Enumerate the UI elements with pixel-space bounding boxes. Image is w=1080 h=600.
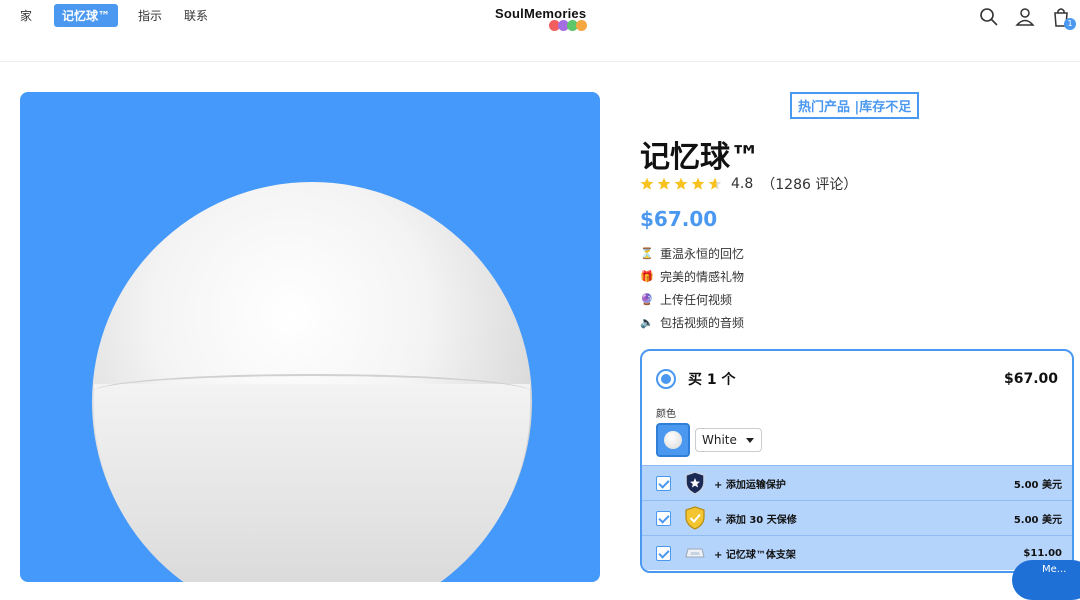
header-icons: 1 bbox=[978, 6, 1076, 30]
shipping-shield-icon bbox=[685, 471, 705, 495]
feature-item: 🔮 上传任何视频 bbox=[640, 288, 744, 311]
offer-label: 买 1 个 bbox=[688, 372, 736, 388]
rating-stars bbox=[640, 177, 725, 191]
warranty-shield-icon bbox=[685, 506, 705, 530]
logo-dots bbox=[549, 20, 595, 34]
feature-text: 上传任何视频 bbox=[660, 293, 733, 307]
color-label: 颜色 bbox=[656, 409, 676, 420]
feature-item: ⏳ 重温永恒的回忆 bbox=[640, 242, 744, 265]
nav-item-contact[interactable]: 联系 bbox=[184, 4, 208, 27]
chat-widget-button[interactable]: Me... bbox=[1012, 560, 1080, 600]
product-title: 记忆球™ bbox=[640, 140, 760, 175]
star-icon bbox=[674, 177, 688, 190]
addon-row[interactable]: + 添加 30 天保修 5.00 美元 bbox=[642, 500, 1072, 535]
offer-price: $67.00 bbox=[1003, 371, 1058, 387]
addon-label: + 添加运输保护 bbox=[714, 479, 786, 491]
addon-label: + 记忆球™体支架 bbox=[714, 549, 796, 561]
bundle-offer-card[interactable]: 买 1 个 $67.00 颜色 White + 添加运输保护 5.00 美元 +… bbox=[640, 349, 1074, 573]
cart-count-badge: 1 bbox=[1064, 18, 1076, 30]
rating-value: 4.8 bbox=[731, 176, 754, 192]
color-select-value: White bbox=[702, 433, 737, 447]
crystal-ball-icon: 🔮 bbox=[640, 293, 654, 306]
nav-item-instructions[interactable]: 指示 bbox=[138, 4, 162, 27]
hot-product-badge: 热门产品 |库存不足 bbox=[790, 92, 920, 119]
user-icon[interactable] bbox=[1014, 6, 1036, 28]
addon-list: + 添加运输保护 5.00 美元 + 添加 30 天保修 5.00 美元 + 记… bbox=[642, 465, 1072, 570]
nav-item-memory-ball[interactable]: 记忆球™ bbox=[54, 4, 119, 27]
feature-list: ⏳ 重温永恒的回忆 🎁 完美的情感礼物 🔮 上传任何视频 🔈 包括视频的音频 bbox=[640, 242, 744, 334]
addon-label: + 添加 30 天保修 bbox=[714, 514, 797, 526]
offer-header: 买 1 个 $67.00 bbox=[656, 369, 1058, 389]
site-header: 家 记忆球™ 指示 联系 SoulMemories 1 bbox=[0, 0, 1080, 62]
gift-icon: 🎁 bbox=[640, 270, 654, 283]
color-swatch[interactable] bbox=[656, 423, 690, 457]
search-icon[interactable] bbox=[978, 6, 1000, 28]
memory-ball-base bbox=[94, 384, 530, 582]
main-nav: 家 记忆球™ 指示 联系 bbox=[20, 4, 230, 27]
review-count: （1286 评论） bbox=[761, 177, 858, 193]
color-select[interactable]: White bbox=[695, 428, 762, 452]
logo-text: SoulMemories bbox=[495, 6, 587, 21]
star-icon bbox=[640, 177, 654, 190]
chat-widget-label: Me... bbox=[1042, 564, 1067, 575]
stand-icon bbox=[685, 548, 705, 558]
site-logo[interactable]: SoulMemories bbox=[495, 6, 595, 34]
offer-radio[interactable] bbox=[656, 369, 676, 389]
addon-checkbox[interactable] bbox=[656, 475, 671, 491]
hourglass-icon: ⏳ bbox=[640, 247, 654, 260]
addon-price: 5.00 美元 bbox=[1013, 479, 1062, 491]
feature-item: 🔈 包括视频的音频 bbox=[640, 311, 744, 334]
addon-price: $11.00 bbox=[1023, 547, 1062, 559]
memory-ball-rim bbox=[92, 374, 532, 410]
addon-row[interactable]: + 记忆球™体支架 $11.00 bbox=[642, 535, 1072, 570]
chevron-down-icon bbox=[746, 438, 754, 443]
addon-checkbox[interactable] bbox=[656, 545, 671, 561]
product-price: $67.00 bbox=[640, 207, 718, 231]
addon-price: 5.00 美元 bbox=[1013, 514, 1062, 526]
star-icon bbox=[657, 177, 671, 190]
feature-text: 完美的情感礼物 bbox=[660, 270, 745, 284]
speaker-icon: 🔈 bbox=[640, 316, 654, 329]
addon-checkbox[interactable] bbox=[656, 510, 671, 526]
product-rating[interactable]: 4.8 （1286 评论） bbox=[640, 174, 857, 194]
feature-text: 包括视频的音频 bbox=[660, 316, 745, 330]
star-half-icon bbox=[708, 177, 722, 190]
nav-item-home[interactable]: 家 bbox=[20, 4, 32, 27]
star-icon bbox=[691, 177, 705, 190]
addon-row[interactable]: + 添加运输保护 5.00 美元 bbox=[642, 465, 1072, 500]
feature-text: 重温永恒的回忆 bbox=[660, 247, 745, 261]
product-image[interactable] bbox=[20, 92, 600, 582]
feature-item: 🎁 完美的情感礼物 bbox=[640, 265, 744, 288]
cart-icon[interactable]: 1 bbox=[1050, 6, 1076, 30]
